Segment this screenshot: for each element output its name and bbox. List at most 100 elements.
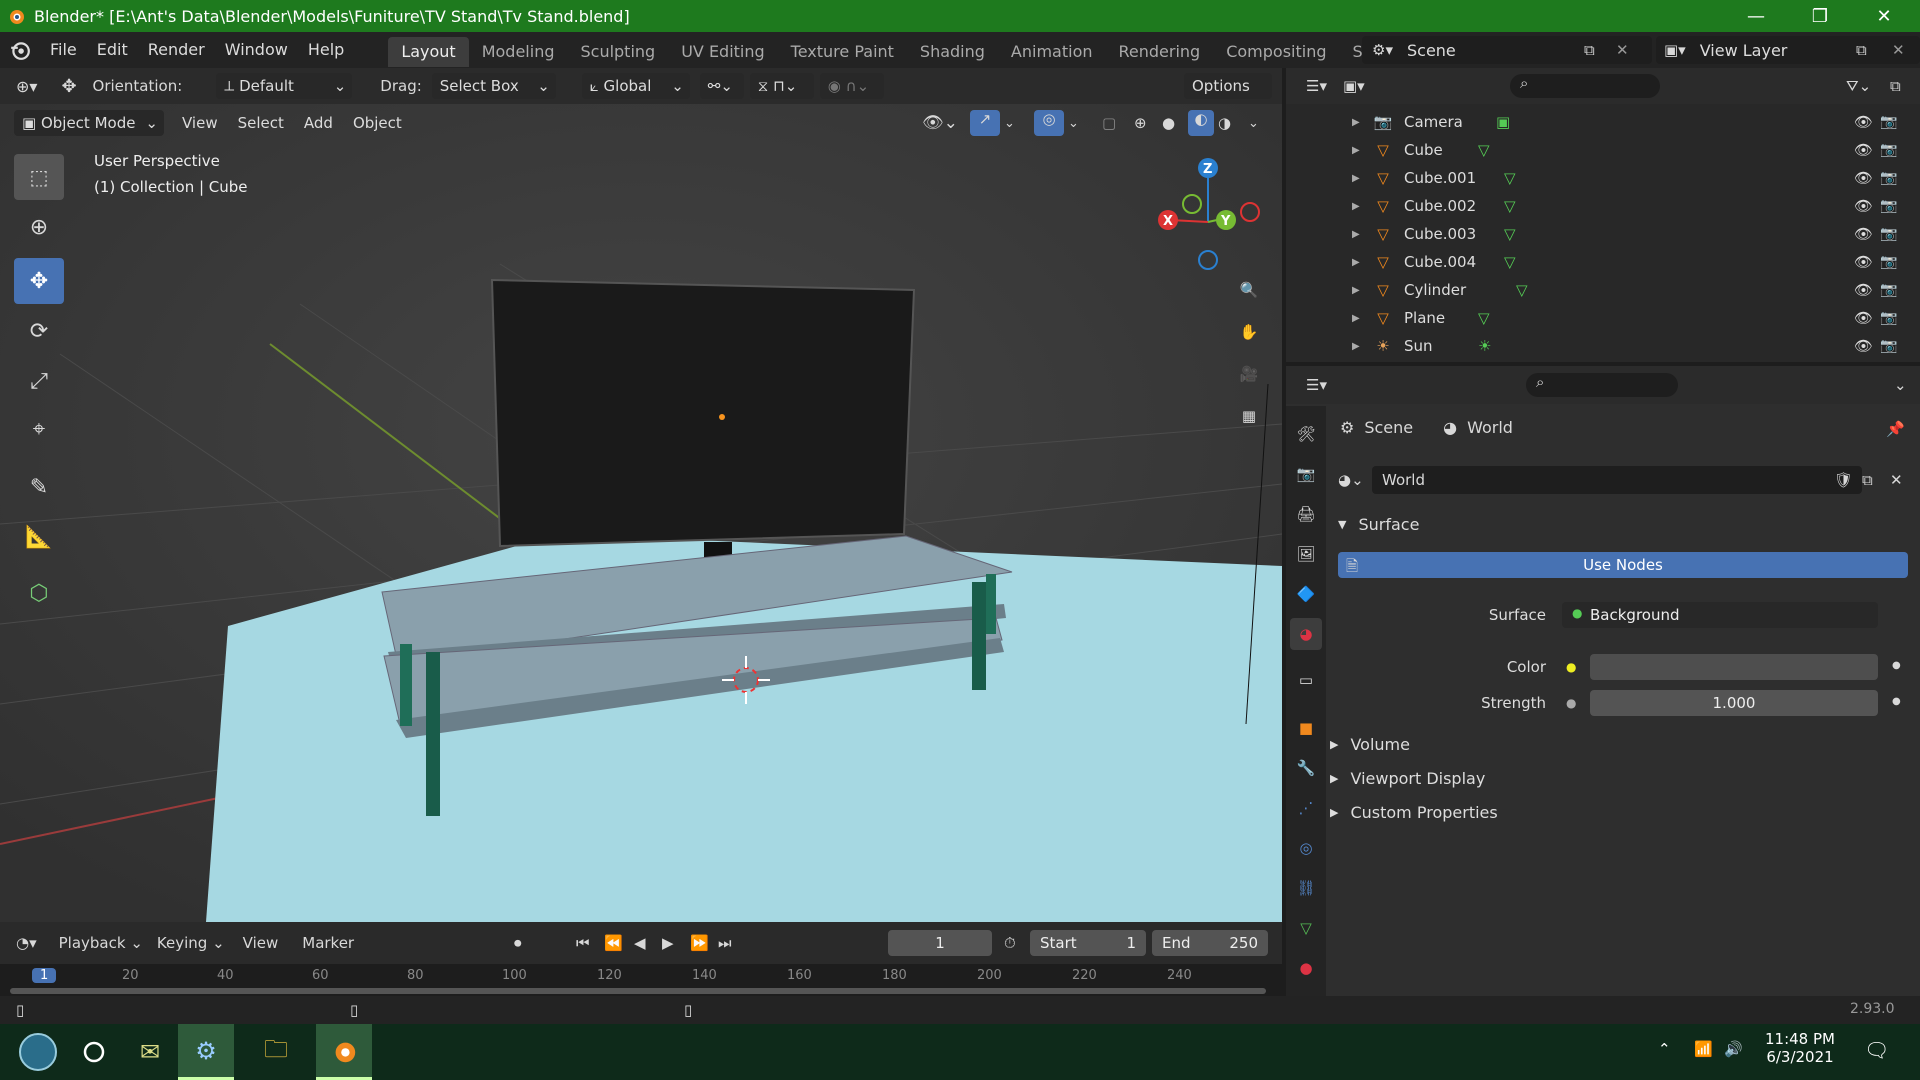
play-reverse-icon[interactable]: ◀ [634, 934, 646, 952]
use-nodes-button[interactable]: Use Nodes [1338, 552, 1908, 578]
3d-viewport[interactable]: ▣ Object Mode ⌄ View Select Add Object 👁⌄… [0, 104, 1282, 922]
visibility-icon[interactable]: 👁⌄ [922, 113, 958, 133]
keying-menu[interactable]: Keying ⌄ [157, 934, 225, 952]
expand-arrow-icon[interactable]: ▶ [1352, 229, 1360, 240]
outliner-item-name[interactable]: Cylinder [1404, 281, 1466, 299]
current-frame-field[interactable]: 1 [888, 930, 992, 956]
mesh-data-icon[interactable]: ▽ [1478, 309, 1490, 327]
perspective-toggle-icon[interactable]: ▦ [1229, 396, 1269, 436]
mesh-data-icon[interactable]: ▽ [1504, 169, 1516, 187]
jump-keyframe-back-icon[interactable]: ⏪ [604, 934, 623, 952]
render-camera-icon[interactable]: 📷 [1880, 142, 1897, 158]
collection-tab-icon[interactable]: ▭ [1290, 664, 1322, 696]
constraints-tab-icon[interactable]: ⛓ [1290, 872, 1322, 904]
expand-arrow-icon[interactable]: ▶ [1352, 201, 1360, 212]
world-tab-icon[interactable]: ◕ [1290, 618, 1322, 650]
render-camera-icon[interactable]: 📷 [1880, 310, 1897, 326]
render-camera-icon[interactable]: 📷 [1880, 226, 1897, 242]
tray-chevron-icon[interactable]: ⌃ [1658, 1040, 1671, 1058]
pin-icon[interactable]: 📌 [1886, 420, 1905, 438]
wifi-icon[interactable]: 📶 [1694, 1040, 1713, 1058]
strength-field[interactable]: 1.000 [1590, 690, 1878, 716]
outliner-row[interactable]: ▶ ▽ Cube ▽ 👁 📷 [1286, 136, 1920, 164]
mesh-data-icon[interactable]: ▣ [1496, 113, 1510, 131]
orientation-dropdown[interactable]: ⟂ Default ⌄ [216, 73, 353, 99]
visibility-eye-icon[interactable]: 👁 [1854, 225, 1873, 243]
world-name-field[interactable]: World [1372, 466, 1862, 494]
view-layer-tab-icon[interactable]: 🖼 [1290, 538, 1322, 570]
tab-modeling[interactable]: Modeling [469, 37, 568, 67]
outliner-row[interactable]: ▶ ☀ Sun ☀ 👁 📷 [1286, 332, 1920, 360]
start-button[interactable] [10, 1024, 66, 1080]
playback-menu[interactable]: Playback ⌄ [59, 934, 143, 952]
solid-shading-icon[interactable]: ● [1162, 114, 1175, 132]
options-dropdown[interactable]: Options ⌄ [1184, 73, 1272, 121]
start-frame-field[interactable]: Start 1 [1030, 930, 1146, 956]
cursor-tool[interactable]: ⊕ [14, 204, 64, 250]
blender-taskbar-icon[interactable] [316, 1024, 372, 1080]
render-camera-icon[interactable]: 📷 [1880, 198, 1897, 214]
view-layer-selector[interactable]: ▣▾ View Layer ⧉ ✕ [1656, 36, 1920, 64]
outliner-item-name[interactable]: Plane [1404, 309, 1445, 327]
drag-dropdown[interactable]: Select Box ⌄ [431, 73, 556, 99]
timeline-view-menu[interactable]: View [243, 934, 279, 952]
editor-type-icon[interactable]: ⊕▾ [16, 77, 37, 96]
tab-texture-paint[interactable]: Texture Paint [778, 37, 907, 67]
minimize-button[interactable]: — [1724, 0, 1788, 32]
expand-arrow-icon[interactable]: ▶ [1352, 117, 1360, 128]
navigation-gizmo[interactable]: Z X Y [1150, 152, 1270, 282]
world-datablock[interactable]: ◕⌄ World 🛡 ⧉ ✕ [1338, 466, 1908, 494]
blender-menu-icon[interactable] [0, 39, 40, 61]
visibility-eye-icon[interactable]: 👁 [1854, 309, 1873, 327]
properties-editor-type-icon[interactable]: ☰▾ [1306, 376, 1327, 394]
marker-menu[interactable]: Marker [302, 934, 354, 952]
wireframe-shading-icon[interactable]: ⊕ [1134, 114, 1147, 132]
mesh-data-icon[interactable]: ▽ [1516, 281, 1528, 299]
new-view-layer-icon[interactable]: ⧉ [1856, 41, 1867, 59]
color-keyframe-icon[interactable]: ● [1892, 660, 1901, 671]
frame-ruler[interactable]: 1 20 40 60 80 100 120 140 160 180 200 220 240 [0, 964, 1282, 998]
data-tab-icon[interactable]: ▽ [1290, 912, 1322, 944]
outliner-search-input[interactable]: ⌕ [1510, 74, 1660, 98]
strength-keyframe-icon[interactable]: ● [1892, 696, 1901, 707]
tab-animation[interactable]: Animation [998, 37, 1106, 67]
menu-window[interactable]: Window [215, 32, 298, 68]
tasks-app-icon[interactable]: ✉ [122, 1024, 178, 1080]
notifications-icon[interactable]: 🗨 [1864, 1038, 1889, 1062]
physics-tab-icon[interactable]: ◎ [1290, 832, 1322, 864]
visibility-eye-icon[interactable]: 👁 [1854, 113, 1873, 131]
expand-arrow-icon[interactable]: ▶ [1352, 145, 1360, 156]
modifier-tab-icon[interactable]: 🔧 [1290, 752, 1322, 784]
unlink-world-icon[interactable]: ✕ [1890, 471, 1903, 489]
camera-view-icon[interactable]: 🎥 [1229, 354, 1269, 394]
outliner-item-name[interactable]: Camera [1404, 113, 1463, 131]
object-tab-icon[interactable]: ■ [1290, 712, 1322, 744]
menu-edit[interactable]: Edit [87, 32, 138, 68]
record-icon[interactable]: ⏺ [514, 934, 522, 952]
scene-selector[interactable]: ⚙▾ Scene ⧉ ✕ [1362, 36, 1652, 64]
material-shading-icon[interactable]: ◐ [1188, 110, 1214, 136]
pan-hand-icon[interactable]: ✋ [1229, 312, 1269, 352]
outliner-row[interactable]: ▶ ▽ Cube.002 ▽ 👁 📷 [1286, 192, 1920, 220]
maximize-button[interactable]: ❐ [1788, 0, 1852, 32]
outliner-row[interactable]: ▶ ▽ Cube.003 ▽ 👁 📷 [1286, 220, 1920, 248]
visibility-eye-icon[interactable]: 👁 [1854, 253, 1873, 271]
overlays-toggle-icon[interactable]: ◎ [1034, 110, 1064, 136]
viewport-menu-view[interactable]: View [172, 105, 228, 141]
measure-tool[interactable]: 📐 [14, 514, 64, 560]
duplicate-world-icon[interactable]: ⧉ [1862, 471, 1873, 489]
outliner-editor-type-icon[interactable]: ☰▾ [1306, 77, 1327, 95]
rendered-shading-icon[interactable]: ◑ [1218, 114, 1231, 132]
render-camera-icon[interactable]: 📷 [1880, 338, 1897, 354]
render-camera-icon[interactable]: 📷 [1880, 170, 1897, 186]
jump-keyframe-forward-icon[interactable]: ⏩ [690, 934, 709, 952]
viewport-menu-select[interactable]: Select [228, 105, 294, 141]
overlays-dropdown-icon[interactable]: ⌄ [1068, 116, 1079, 131]
tab-rendering[interactable]: Rendering [1106, 37, 1214, 67]
scale-tool[interactable]: ⤢ [14, 358, 64, 404]
zoom-icon[interactable]: 🔍 [1229, 270, 1269, 310]
viewport-display-panel-header[interactable]: ▶ Viewport Display [1330, 764, 1485, 792]
steam-icon[interactable]: ⚙ [178, 1024, 234, 1080]
surface-panel-header[interactable]: ▼ Surface [1338, 510, 1419, 538]
filter-icon[interactable]: ⛛⌄ [1846, 77, 1871, 95]
